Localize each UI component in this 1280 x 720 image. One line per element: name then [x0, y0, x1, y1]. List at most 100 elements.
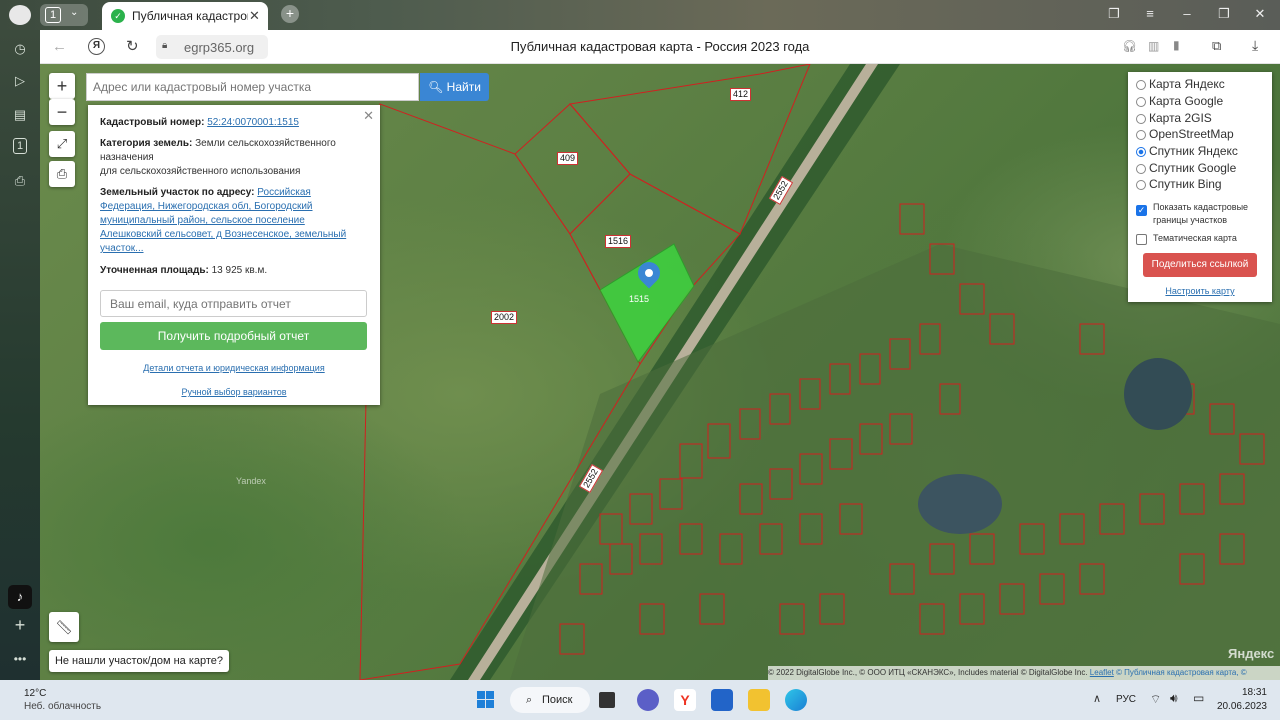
taskbar-search-label: Поиск — [542, 694, 573, 706]
more-icon[interactable]: ••• — [11, 650, 29, 668]
site-link[interactable]: © Публичная кадастровая карта, © — [1116, 668, 1247, 677]
close-window-icon[interactable]: ✕ — [1250, 6, 1270, 22]
show-borders-label-1: Показать кадастровые — [1153, 202, 1249, 212]
address-label: Земельный участок по адресу: — [100, 187, 255, 198]
email-field[interactable] — [100, 290, 367, 317]
address-bar: ← Я ↻ 🔒︎ egrp365.org Публичная кадастров… — [40, 30, 1280, 64]
taskbar: 12°C Неб. облачность ⌕ Поиск Y ∧ РУС ⌔ 🔊… — [0, 680, 1280, 720]
radio-2gis-map[interactable] — [1136, 114, 1146, 124]
radio-osm[interactable] — [1136, 130, 1146, 140]
tab-count-badge: 1 — [45, 7, 61, 23]
radio-bing-satellite[interactable] — [1136, 180, 1146, 190]
pond-village — [918, 474, 1002, 534]
close-tab-icon[interactable]: ✕ — [249, 8, 260, 24]
radio-yandex-satellite[interactable] — [1136, 147, 1146, 157]
ruler-icon[interactable]: 📏︎ — [49, 612, 79, 642]
url-text: egrp365.org — [184, 40, 255, 55]
menu-icon[interactable]: ≡ — [1140, 6, 1160, 21]
bookmark-icon[interactable]: ▮ — [1173, 38, 1180, 52]
url-field[interactable]: 🔒︎ egrp365.org — [156, 35, 268, 59]
check-icon: ✓ — [111, 9, 125, 23]
plot-label-1515: 1515 — [629, 294, 650, 304]
plot-info-panel: ✕ Кадастровый номер: 52:24:0070001:1515 … — [88, 105, 380, 405]
tab-one-icon[interactable]: 1 — [13, 138, 27, 154]
layer-label-2gis-map: Карта 2GIS — [1149, 111, 1212, 125]
zoom-out-button[interactable]: − — [49, 99, 75, 125]
windows-start-icon[interactable] — [475, 689, 497, 711]
tab-counter[interactable]: 1 ⌄ — [40, 4, 88, 26]
reader-icon[interactable]: ▥ — [1148, 39, 1159, 53]
layer-label-yandex-map: Карта Яндекс — [1149, 77, 1225, 91]
headphones-icon[interactable]: 🎧︎ — [1122, 39, 1137, 53]
address-link-2[interactable]: Федерация, Нижегородская обл, Богородски… — [100, 201, 313, 212]
wifi-icon[interactable]: ⌔ — [1150, 692, 1161, 707]
reload-icon[interactable]: ↻ — [126, 37, 139, 55]
search-button[interactable]: 🔍︎ Найти — [420, 73, 489, 101]
weather-desc[interactable]: Неб. облачность — [24, 701, 101, 712]
restore-icon[interactable]: ❐ — [1214, 6, 1234, 22]
tab-bar: 1 ⌄ ✓ Публичная кадастровая карта ✕ + ❐ … — [0, 0, 1280, 30]
address-link-1[interactable]: Российская — [257, 187, 311, 198]
collections-icon[interactable]: ❐ — [1104, 6, 1124, 22]
share-icon[interactable]: ⧉ — [1212, 38, 1221, 54]
chevron-up-icon[interactable]: ∧ — [1093, 692, 1101, 705]
show-borders-checkbox[interactable]: ✓ — [1136, 205, 1147, 216]
thematic-map-checkbox[interactable] — [1136, 234, 1147, 245]
edge-icon[interactable] — [785, 689, 807, 711]
task-view-icon[interactable] — [599, 692, 615, 708]
back-icon[interactable]: ← — [52, 38, 67, 55]
map-canvas[interactable]: 412 409 1516 1515 2002 2552 2552 + − ⤢ ⎙… — [40, 64, 1280, 680]
battery-icon[interactable]: ▭ — [1193, 691, 1204, 705]
layer-label-osm: OpenStreetMap — [1149, 127, 1234, 141]
browser-logo-icon[interactable] — [9, 5, 31, 25]
address-link-5[interactable]: участок... — [100, 243, 144, 254]
search-input[interactable] — [87, 74, 418, 100]
store-icon[interactable] — [711, 689, 733, 711]
new-tab-icon[interactable]: + — [281, 5, 299, 23]
manual-choice-link[interactable]: Ручной выбор вариантов — [88, 385, 380, 399]
category-value-1: Земли сельскохозяйственного — [195, 138, 336, 149]
radio-google-map[interactable] — [1136, 97, 1146, 107]
search-box[interactable] — [86, 73, 419, 101]
yandex-icon[interactable]: Я — [88, 38, 105, 55]
play-icon[interactable]: ▷ — [11, 72, 29, 90]
fullscreen-icon[interactable]: ⤢ — [49, 131, 75, 157]
print-icon[interactable]: ⎙ — [49, 161, 75, 187]
taskbar-search[interactable]: ⌕ Поиск — [510, 687, 590, 713]
area-value: 13 925 кв.м. — [211, 265, 268, 276]
clock-date[interactable]: 20.06.2023 — [1213, 701, 1267, 712]
address-link-3[interactable]: муниципальный район, сельское поселение — [100, 215, 305, 226]
download-icon[interactable]: ⤓ — [1252, 37, 1258, 54]
get-report-button[interactable]: Получить подробный отчет — [100, 322, 367, 350]
language-indicator[interactable]: РУС — [1116, 694, 1136, 705]
tab-title: Публичная кадастровая карта — [132, 9, 248, 23]
not-found-button[interactable]: Не нашли участок/дом на карте? — [49, 650, 229, 672]
details-link[interactable]: Детали отчета и юридическая информация — [88, 361, 380, 375]
radio-google-satellite[interactable] — [1136, 164, 1146, 174]
active-tab[interactable]: ✓ Публичная кадастровая карта ✕ — [102, 2, 268, 30]
clock-time[interactable]: 18:31 — [1231, 687, 1267, 698]
yandex-browser-icon[interactable]: Y — [674, 689, 696, 711]
chat-icon[interactable] — [637, 689, 659, 711]
radio-yandex-map[interactable] — [1136, 80, 1146, 90]
volume-icon[interactable]: 🔊︎ — [1170, 691, 1178, 706]
configure-map-link[interactable]: Настроить карту — [1128, 286, 1272, 296]
history-icon[interactable]: ◷ — [11, 40, 29, 58]
cadastral-number-link[interactable]: 52:24:0070001:1515 — [207, 117, 299, 128]
weather-temp[interactable]: 12°C — [24, 688, 46, 699]
add-service-icon[interactable]: + — [11, 616, 29, 634]
area-label: Уточненная площадь: — [100, 265, 209, 276]
layer-label-bing-satellite: Спутник Bing — [1149, 177, 1222, 191]
magnifier-icon: ⌕ — [526, 694, 533, 706]
plot-label-412: 412 — [730, 88, 752, 101]
zoom-in-button[interactable]: + — [49, 73, 75, 99]
plot-label-1516: 1516 — [605, 235, 632, 248]
notes-icon[interactable]: ▤ — [11, 106, 29, 124]
screenshot-icon[interactable]: ⎙ — [11, 172, 29, 190]
address-link-4[interactable]: Алешковский сельсовет, д Вознесенское, з… — [100, 229, 346, 240]
share-link-button[interactable]: Поделиться ссылкой — [1143, 253, 1257, 277]
tiktok-icon[interactable]: ♪ — [8, 585, 32, 609]
explorer-icon[interactable] — [748, 689, 770, 711]
leaflet-link[interactable]: Leaflet — [1090, 668, 1114, 677]
minimize-icon[interactable]: – — [1177, 6, 1197, 21]
